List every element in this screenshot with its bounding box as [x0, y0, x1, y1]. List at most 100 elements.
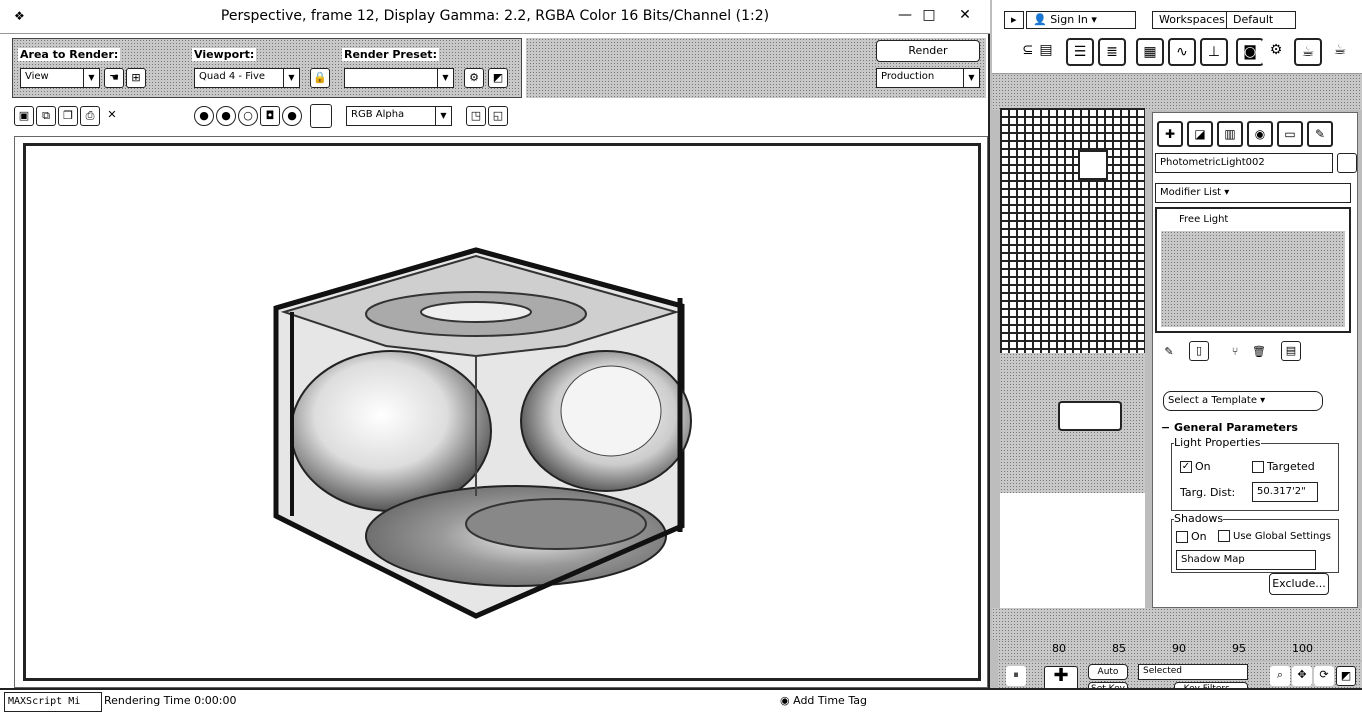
set-key-plus-icon[interactable]: ✚: [1044, 666, 1078, 690]
red-channel-icon[interactable]: ●: [194, 106, 214, 126]
chevron-down-icon: ▼: [963, 69, 979, 87]
schematic-icon[interactable]: ⊥: [1200, 38, 1228, 66]
viewport-bottom[interactable]: [1000, 493, 1145, 608]
render-setup-icon[interactable]: ⚙: [1262, 38, 1290, 66]
shadows-on-checkbox[interactable]: On: [1176, 530, 1207, 543]
exclude-button[interactable]: Exclude...: [1269, 573, 1329, 595]
object-name-field[interactable]: PhotometricLight002: [1155, 153, 1333, 173]
title-bar[interactable]: ❖ Perspective, frame 12, Display Gamma: …: [0, 0, 990, 34]
scene-explorer-icon[interactable]: ☰: [1066, 38, 1094, 66]
region-lock-icon[interactable]: ⊞: [126, 68, 146, 88]
zoom-icon[interactable]: ⌕: [1270, 666, 1290, 686]
user-icon: 👤: [1033, 13, 1047, 26]
render-teapot-icon[interactable]: ☕: [1294, 38, 1322, 66]
ribbon-icon[interactable]: ▦: [1136, 38, 1164, 66]
rendered-image[interactable]: [23, 143, 981, 681]
toggle-ui-icon[interactable]: ◱: [488, 106, 508, 126]
on-checkbox[interactable]: ✓ On: [1180, 460, 1211, 473]
stack-controls: ✎ ▯ ⑂ 🗑 ▤: [1153, 341, 1359, 365]
production-dropdown[interactable]: Production ▼: [876, 68, 980, 88]
hierarchy-tab-icon[interactable]: ▥: [1217, 121, 1243, 147]
clone-window-icon[interactable]: ❐: [58, 106, 78, 126]
template-dropdown[interactable]: Select a Template ▾: [1163, 391, 1323, 411]
object-color-swatch[interactable]: [1337, 153, 1357, 173]
on-label: On: [1195, 460, 1211, 473]
render-iterative-icon[interactable]: ☕: [1326, 38, 1354, 66]
display-tab-icon[interactable]: ▭: [1277, 121, 1303, 147]
utilities-tab-icon[interactable]: ✎: [1307, 121, 1333, 147]
toggle-ui-overlay-icon[interactable]: ◳: [466, 106, 486, 126]
modify-tab-icon[interactable]: ◪: [1187, 121, 1213, 147]
shadows-label: Shadows: [1174, 512, 1224, 525]
targeted-checkbox[interactable]: Targeted: [1252, 460, 1315, 473]
timeline-tick: 90: [1172, 642, 1186, 655]
render-button[interactable]: Render: [876, 40, 980, 62]
maxscript-listener-input[interactable]: MAXScript Mi: [4, 692, 102, 712]
render-preset-dropdown[interactable]: ▼: [344, 68, 454, 88]
create-tab-icon[interactable]: ✚: [1157, 121, 1183, 147]
targ-dist-label: Targ. Dist:: [1180, 486, 1236, 499]
channel-display-dropdown[interactable]: RGB Alpha ▼: [346, 106, 452, 126]
rendering-time-status: Rendering Time 0:00:00: [104, 694, 237, 707]
stack-item[interactable]: Free Light: [1159, 211, 1347, 229]
rendering-time-label: Rendering Time: [104, 694, 191, 707]
print-icon[interactable]: ⎙: [80, 106, 100, 126]
modifier-list-dropdown[interactable]: Modifier List ▾: [1155, 183, 1351, 203]
workspace-dropdown[interactable]: Default: [1226, 11, 1296, 29]
hand-icon[interactable]: ☚: [104, 68, 124, 88]
production-value: Production: [881, 71, 935, 82]
show-end-result-icon[interactable]: ▯: [1189, 341, 1209, 361]
configure-icon[interactable]: ▤: [1281, 341, 1301, 361]
alpha-channel-icon[interactable]: ◘: [260, 106, 280, 126]
viewport-shaded[interactable]: [1000, 353, 1145, 493]
selected-dropdown[interactable]: Selected: [1138, 664, 1248, 680]
auto-key-button[interactable]: Auto Key: [1088, 664, 1128, 691]
rendering-time-value: 0:00:00: [194, 694, 237, 707]
maximize-button[interactable]: □: [918, 5, 940, 25]
minimize-button[interactable]: —: [894, 5, 916, 25]
maximize-viewport-icon[interactable]: ◩: [1336, 666, 1356, 686]
add-time-tag-button[interactable]: ◉ Add Time Tag: [780, 694, 867, 707]
area-to-render-dropdown[interactable]: View ▼: [20, 68, 100, 88]
lock-icon[interactable]: 🔒: [310, 68, 330, 88]
light-gizmo-icon: [1078, 150, 1108, 180]
save-image-icon[interactable]: ▣: [14, 106, 34, 126]
render-setup-icon[interactable]: ⚙: [464, 68, 484, 88]
viewport-grid[interactable]: [1000, 108, 1145, 353]
checkbox-icon: [1218, 530, 1230, 542]
motion-tab-icon[interactable]: ◉: [1247, 121, 1273, 147]
general-parameters-header[interactable]: − General Parameters: [1161, 421, 1298, 434]
sign-in-dropdown[interactable]: 👤 Sign In ▾: [1026, 11, 1136, 29]
layer-icon[interactable]: ▤: [1032, 38, 1060, 66]
render-frame-window: ❖ Perspective, frame 12, Display Gamma: …: [0, 0, 990, 692]
material-editor-icon[interactable]: ◙: [1236, 38, 1264, 66]
trash-icon[interactable]: 🗑: [1249, 343, 1269, 363]
checkbox-icon: [1252, 461, 1264, 473]
modifier-stack[interactable]: Free Light: [1155, 207, 1351, 333]
clear-icon[interactable]: ✕: [102, 106, 122, 126]
pin-icon[interactable]: ✎: [1159, 343, 1179, 363]
viewport-dropdown[interactable]: Quad 4 - Five ▼: [194, 68, 300, 88]
swatch-icon[interactable]: [310, 104, 332, 128]
close-button[interactable]: ✕: [954, 5, 976, 25]
monochrome-icon[interactable]: ●: [282, 106, 302, 126]
blue-channel-icon[interactable]: ○: [238, 106, 258, 126]
make-unique-icon[interactable]: ⑂: [1225, 343, 1245, 363]
targeted-label: Targeted: [1267, 460, 1315, 473]
shadow-type-dropdown[interactable]: Shadow Map: [1176, 550, 1316, 570]
pan-icon[interactable]: ✥: [1292, 666, 1312, 686]
green-channel-icon[interactable]: ●: [216, 106, 236, 126]
copy-image-icon[interactable]: ⧉: [36, 106, 56, 126]
nav-arrow-icon[interactable]: ▸: [1004, 11, 1024, 29]
use-global-checkbox[interactable]: Use Global Settings: [1218, 530, 1331, 542]
layers-icon[interactable]: ≣: [1098, 38, 1126, 66]
curve-editor-icon[interactable]: ∿: [1168, 38, 1196, 66]
timeline-tick: 80: [1052, 642, 1066, 655]
orbit-icon[interactable]: ⟳: [1314, 666, 1334, 686]
timeline-ruler[interactable]: 80 85 90 95 100: [998, 640, 1362, 660]
environment-icon[interactable]: ◩: [488, 68, 508, 88]
targ-dist-field[interactable]: 50.317'2": [1252, 482, 1318, 502]
channel-display-value: RGB Alpha: [351, 109, 405, 120]
play-controls-icon[interactable]: ⏸: [1006, 666, 1026, 686]
shadow-type-value: Shadow Map: [1181, 554, 1245, 565]
